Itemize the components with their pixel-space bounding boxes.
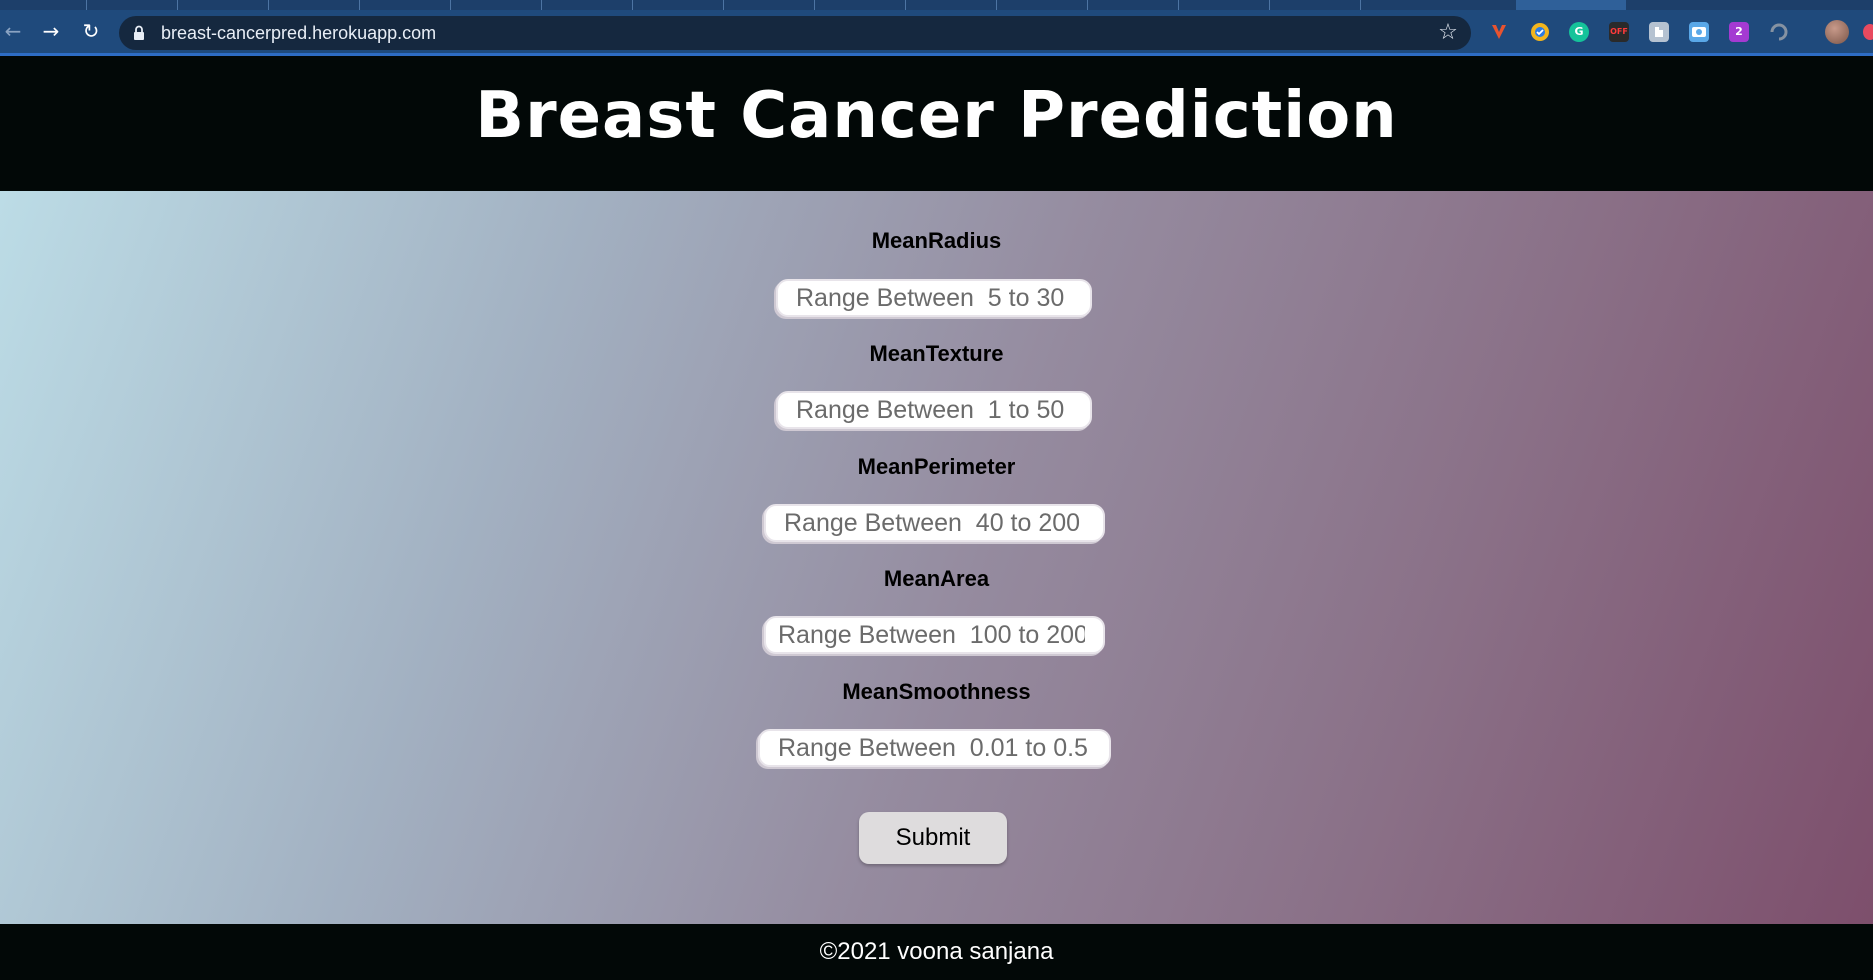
grammarly-icon[interactable]: G — [1569, 22, 1589, 42]
tab-separator — [359, 0, 360, 10]
tab-separator — [996, 0, 997, 10]
mean-perimeter-input[interactable] — [764, 504, 1105, 542]
reload-icon[interactable]: ↻ — [78, 18, 104, 44]
page-title: Breast Cancer Prediction — [475, 79, 1398, 153]
tab-separator — [632, 0, 633, 10]
bookmark-star-icon[interactable]: ☆ — [1435, 20, 1461, 46]
forward-arrow-icon[interactable]: → — [38, 18, 64, 44]
mean-texture-label: MeanTexture — [869, 341, 1004, 366]
mean-area-input[interactable] — [764, 616, 1105, 654]
lock-icon — [134, 25, 144, 40]
active-tab[interactable] — [1516, 0, 1626, 10]
site-header: Breast Cancer Prediction — [0, 56, 1873, 191]
submit-button[interactable]: Submit — [859, 812, 1007, 864]
mean-texture-input[interactable] — [776, 391, 1092, 429]
tab-separator — [177, 0, 178, 10]
address-bar[interactable]: breast-cancerpred.herokuapp.com ☆ — [119, 16, 1471, 50]
tab-separator — [814, 0, 815, 10]
mean-radius-input[interactable] — [776, 279, 1092, 317]
mean-perimeter-label: MeanPerimeter — [857, 454, 1016, 479]
site-footer: ©2021 voona sanjana — [0, 924, 1873, 980]
tab-separator — [723, 0, 724, 10]
mean-smoothness-input[interactable] — [758, 729, 1111, 767]
mean-smoothness-label: MeanSmoothness — [842, 679, 1031, 704]
mean-area-label: MeanArea — [883, 566, 990, 591]
swirl-extension-icon[interactable] — [1769, 22, 1789, 42]
tab-separator — [450, 0, 451, 10]
vivaldi-v-icon[interactable] — [1489, 22, 1509, 42]
puzzle-extension-icon[interactable] — [1649, 22, 1669, 42]
copyright-text: ©2021 voona sanjana — [819, 938, 1054, 965]
url-text: breast-cancerpred.herokuapp.com — [161, 23, 437, 43]
tab-separator — [1269, 0, 1270, 10]
tab-separator — [905, 0, 906, 10]
tab-strip[interactable] — [0, 0, 1873, 10]
tab-separator — [268, 0, 269, 10]
tab-separator — [1087, 0, 1088, 10]
camera-extension-icon[interactable] — [1689, 22, 1709, 42]
tab-separator — [541, 0, 542, 10]
chrome-extension-icon[interactable] — [1530, 22, 1550, 42]
menu-indicator-icon[interactable] — [1863, 24, 1873, 40]
off-extension-icon[interactable]: OFF — [1609, 22, 1629, 42]
tab-separator — [86, 0, 87, 10]
tab-separator — [1360, 0, 1361, 10]
back-arrow-icon[interactable]: ← — [0, 18, 26, 44]
number-badge-extension-icon[interactable]: 2 — [1729, 22, 1749, 42]
profile-avatar[interactable] — [1825, 20, 1849, 44]
prediction-form-area: MeanRadius MeanTexture MeanPerimeter Mea… — [0, 191, 1873, 924]
tab-separator — [1178, 0, 1179, 10]
browser-chrome: ← → ↻ breast-cancerpred.herokuapp.com ☆ … — [0, 0, 1873, 56]
mean-radius-label: MeanRadius — [871, 228, 1002, 253]
